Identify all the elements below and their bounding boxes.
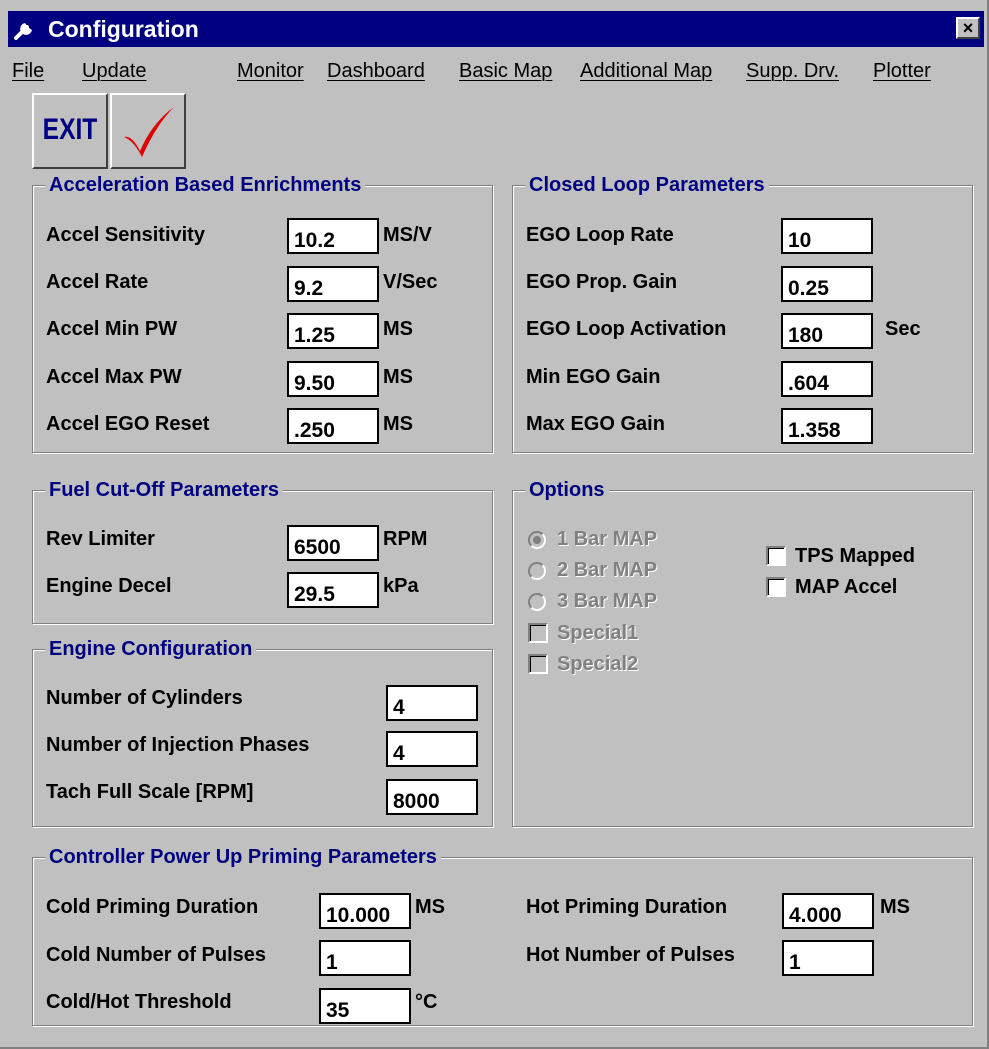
menu-plotter[interactable]: Plotter: [873, 56, 931, 86]
menu-supp-drv[interactable]: Supp. Drv.: [746, 56, 839, 86]
tps-mapped-checkbox[interactable]: [766, 546, 786, 566]
cold-priming-duration-label: Cold Priming Duration: [46, 896, 259, 918]
engine-decel-field[interactable]: 29.5: [287, 572, 379, 608]
menu-dashboard[interactable]: Dashboard: [327, 56, 425, 86]
cold-priming-duration-field[interactable]: 10.000: [319, 893, 411, 929]
special2-label: Special2: [557, 653, 639, 675]
accel-ego-reset-label: Accel EGO Reset: [46, 413, 210, 435]
accel-group: Acceleration Based Enrichments Accel Sen…: [32, 172, 493, 453]
radio-selected-dot: [533, 536, 541, 544]
hot-priming-duration-unit: MS: [880, 896, 910, 918]
accel-max-pw-field[interactable]: 9.50: [287, 361, 379, 397]
hot-number-pulses-label: Hot Number of Pulses: [526, 944, 735, 966]
engine-decel-label: Engine Decel: [46, 575, 172, 597]
radio-3-bar-map: [528, 593, 546, 611]
apply-button[interactable]: [110, 93, 186, 169]
map-accel-label[interactable]: MAP Accel: [795, 574, 897, 600]
ego-loop-activation-unit: Sec: [885, 318, 921, 340]
accel-min-pw-unit: MS: [383, 318, 413, 340]
checkmark-icon: [124, 107, 174, 157]
ego-loop-activation-field[interactable]: 180: [781, 313, 873, 349]
fuel-cut-group-title: Fuel Cut-Off Parameters: [45, 477, 284, 503]
closed-loop-group-title: Closed Loop Parameters: [525, 172, 769, 198]
accel-min-pw-label: Accel Min PW: [46, 318, 178, 340]
title-bar[interactable]: Configuration ×: [8, 11, 984, 47]
accel-sensitivity-field[interactable]: 10.2: [287, 218, 379, 254]
tach-full-scale-label: Tach Full Scale [RPM]: [46, 781, 254, 803]
accel-rate-field[interactable]: 9.2: [287, 266, 379, 302]
options-group: Options 1 Bar MAP 2 Bar MAP 3 Bar MAP Sp…: [512, 477, 973, 827]
menu-update[interactable]: Update: [82, 56, 147, 86]
cold-priming-duration-unit: MS: [415, 896, 445, 918]
max-ego-gain-field[interactable]: 1.358: [781, 408, 873, 444]
tach-full-scale-field[interactable]: 8000: [386, 779, 478, 815]
cold-hot-threshold-field[interactable]: 35: [319, 988, 411, 1024]
accel-max-pw-unit: MS: [383, 366, 413, 388]
ego-prop-gain-label: EGO Prop. Gain: [526, 271, 678, 293]
closed-loop-group: Closed Loop Parameters EGO Loop Rate 10 …: [512, 172, 973, 453]
hot-priming-duration-field[interactable]: 4.000: [782, 893, 874, 929]
exit-button[interactable]: EXIT: [32, 93, 108, 169]
radio-2-bar-map: [528, 562, 546, 580]
special2-checkbox: [528, 654, 548, 674]
engine-group-title: Engine Configuration: [45, 636, 257, 662]
window-title: Configuration: [48, 16, 199, 42]
wrench-icon: [14, 21, 34, 40]
menu-file[interactable]: File: [12, 56, 44, 86]
accel-min-pw-field[interactable]: 1.25: [287, 313, 379, 349]
cold-hot-threshold-unit: °C: [415, 991, 438, 1013]
cold-number-pulses-label: Cold Number of Pulses: [46, 944, 267, 966]
fuel-cut-group: Fuel Cut-Off Parameters Rev Limiter 6500…: [32, 477, 493, 624]
ego-loop-activation-label: EGO Loop Activation: [526, 318, 727, 340]
max-ego-gain-label: Max EGO Gain: [526, 413, 665, 435]
accel-ego-reset-unit: MS: [383, 413, 413, 435]
ego-prop-gain-field[interactable]: 0.25: [781, 266, 873, 302]
accel-sensitivity-label: Accel Sensitivity: [46, 224, 205, 246]
close-button[interactable]: ×: [956, 17, 980, 39]
radio-2-bar-map-label: 2 Bar MAP: [557, 559, 658, 581]
radio-1-bar-map: [528, 531, 546, 549]
num-injection-phases-field[interactable]: 4: [386, 731, 478, 767]
ego-loop-rate-label: EGO Loop Rate: [526, 224, 674, 246]
accel-rate-unit: V/Sec: [383, 271, 438, 293]
cold-hot-threshold-label: Cold/Hot Threshold: [46, 991, 232, 1013]
menu-monitor[interactable]: Monitor: [237, 56, 304, 86]
rev-limiter-label: Rev Limiter: [46, 528, 155, 550]
accel-ego-reset-field[interactable]: .250: [287, 408, 379, 444]
exit-label: EXIT: [42, 113, 98, 146]
options-group-title: Options: [525, 477, 609, 503]
rev-limiter-field[interactable]: 6500: [287, 525, 379, 561]
accel-rate-label: Accel Rate: [46, 271, 149, 293]
num-injection-phases-label: Number of Injection Phases: [46, 734, 310, 756]
accel-group-title: Acceleration Based Enrichments: [45, 172, 366, 198]
menu-additional-map[interactable]: Additional Map: [580, 56, 712, 86]
engine-decel-unit: kPa: [383, 575, 419, 597]
accel-max-pw-label: Accel Max PW: [46, 366, 182, 388]
min-ego-gain-field[interactable]: .604: [781, 361, 873, 397]
accel-sensitivity-unit: MS/V: [383, 224, 432, 246]
map-accel-checkbox[interactable]: [766, 577, 786, 597]
min-ego-gain-label: Min EGO Gain: [526, 366, 661, 388]
tps-mapped-label[interactable]: TPS Mapped: [795, 543, 915, 569]
configuration-window: Configuration × File Update Monitor Dash…: [0, 0, 989, 1049]
priming-group: Controller Power Up Priming Parameters C…: [32, 844, 973, 1026]
close-icon: ×: [962, 18, 974, 38]
radio-1-bar-map-label: 1 Bar MAP: [557, 528, 658, 550]
special1-checkbox: [528, 623, 548, 643]
ego-loop-rate-field[interactable]: 10: [781, 218, 873, 254]
special1-label: Special1: [557, 622, 639, 644]
hot-priming-duration-label: Hot Priming Duration: [526, 896, 728, 918]
engine-group: Engine Configuration Number of Cylinders…: [32, 636, 493, 827]
menu-basic-map[interactable]: Basic Map: [459, 56, 552, 86]
rev-limiter-unit: RPM: [383, 528, 428, 550]
hot-number-pulses-field[interactable]: 1: [782, 940, 874, 976]
priming-group-title: Controller Power Up Priming Parameters: [45, 844, 441, 870]
cold-number-pulses-field[interactable]: 1: [319, 940, 411, 976]
num-cylinders-label: Number of Cylinders: [46, 687, 243, 709]
num-cylinders-field[interactable]: 4: [386, 685, 478, 721]
radio-3-bar-map-label: 3 Bar MAP: [557, 590, 658, 612]
menu-bar: File Update Monitor Dashboard Basic Map …: [0, 56, 989, 90]
